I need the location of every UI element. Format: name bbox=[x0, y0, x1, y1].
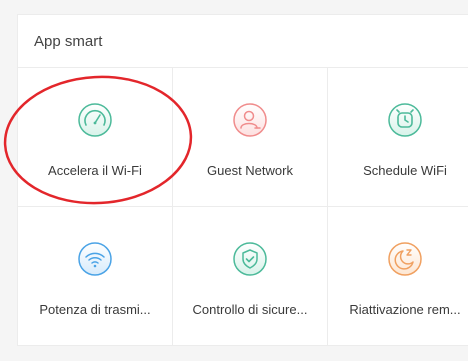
tile-remote-wake[interactable]: Riattivazione rem... bbox=[328, 207, 468, 346]
tile-guest-network[interactable]: Guest Network bbox=[173, 68, 328, 207]
shield-check-icon bbox=[231, 240, 269, 278]
tile-security-check[interactable]: Controllo di sicure... bbox=[173, 207, 328, 346]
sleep-moon-icon bbox=[386, 240, 424, 278]
tile-label: Accelera il Wi-Fi bbox=[48, 163, 142, 178]
tile-label: Controllo di sicure... bbox=[192, 302, 308, 317]
tile-label: Guest Network bbox=[207, 163, 293, 178]
tile-label: Potenza di trasmi... bbox=[39, 302, 151, 317]
tile-accelerate-wifi[interactable]: Accelera il Wi-Fi bbox=[18, 68, 173, 207]
tile-label: Riattivazione rem... bbox=[349, 302, 461, 317]
smart-apps-grid: Accelera il Wi-Fi Guest Network Schedule… bbox=[18, 68, 468, 346]
app-screen: App smart Accelera il Wi-Fi Guest Networ… bbox=[0, 0, 468, 361]
tile-transmit-power[interactable]: Potenza di trasmi... bbox=[18, 207, 173, 346]
speedometer-icon bbox=[76, 101, 114, 139]
section-title: App smart bbox=[18, 15, 468, 68]
tile-schedule-wifi[interactable]: Schedule WiFi bbox=[328, 68, 468, 207]
alarm-clock-icon bbox=[386, 101, 424, 139]
smart-apps-card: App smart Accelera il Wi-Fi Guest Networ… bbox=[17, 14, 468, 346]
tile-label: Schedule WiFi bbox=[363, 163, 447, 178]
wifi-signal-icon bbox=[76, 240, 114, 278]
guest-user-icon bbox=[231, 101, 269, 139]
